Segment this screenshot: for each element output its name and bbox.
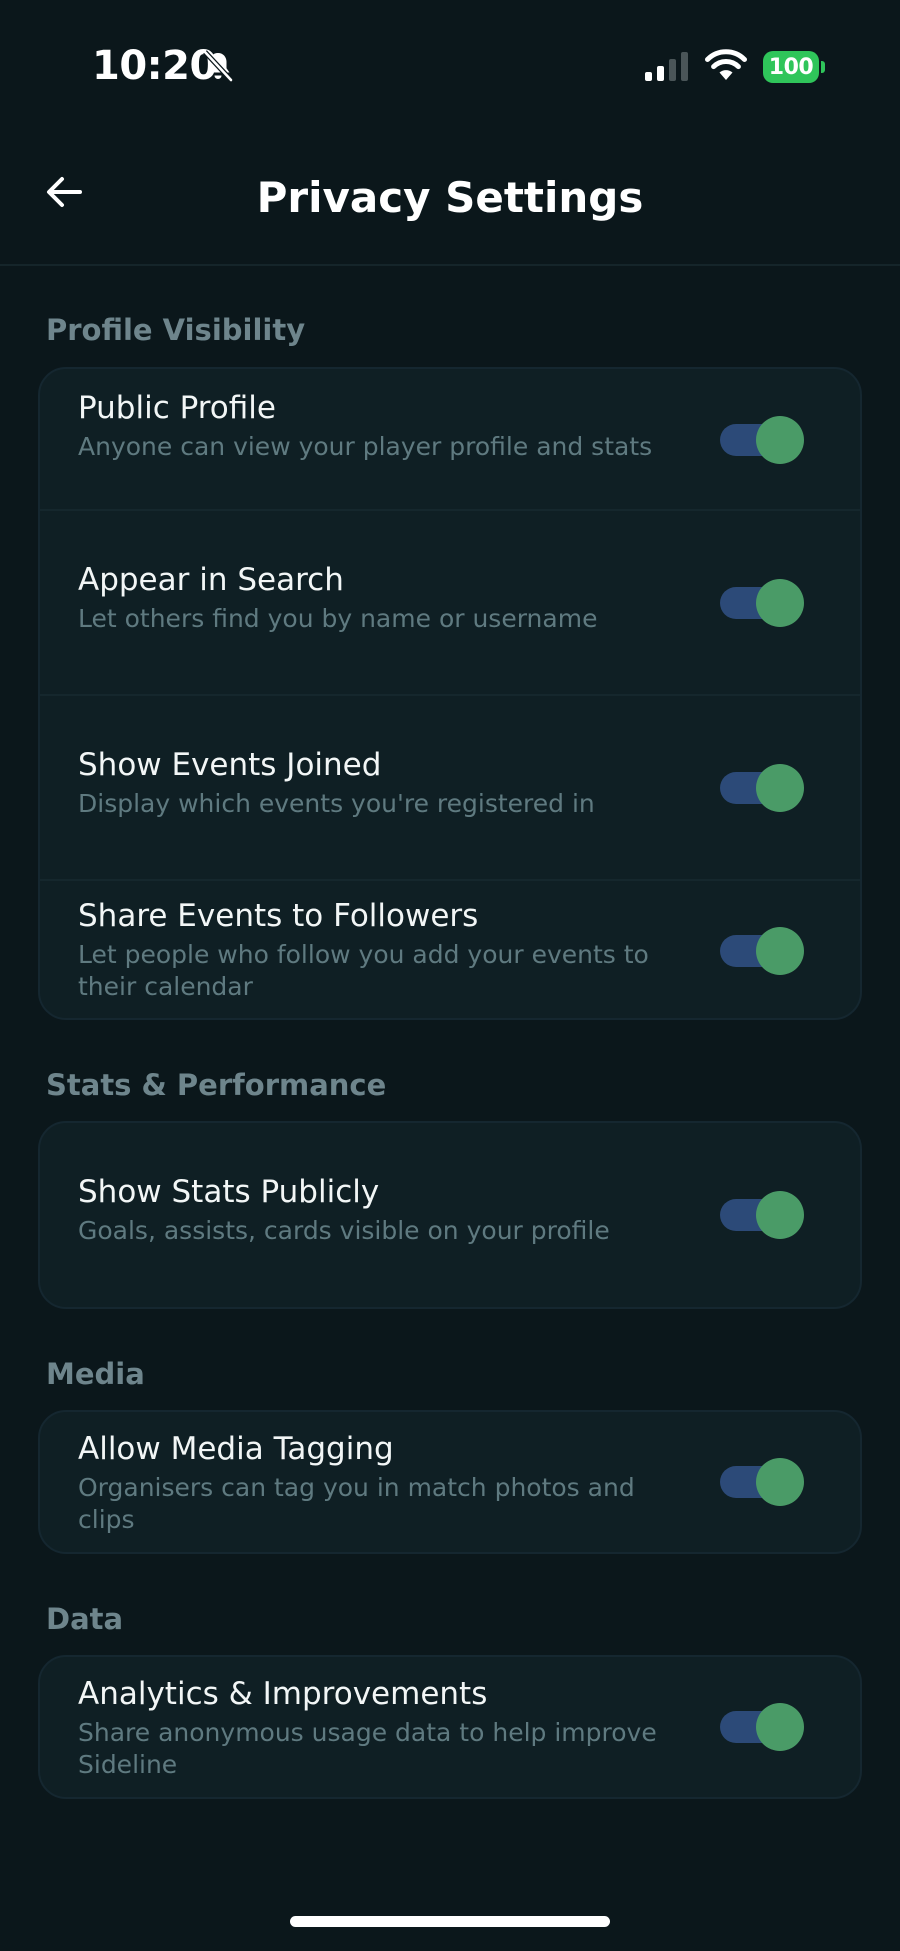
setting-title: Show Events Joined	[78, 747, 382, 783]
setting-description: Goals, assists, cards visible on your pr…	[78, 1216, 610, 1245]
wifi-icon	[705, 49, 747, 80]
toggle-public-profile[interactable]	[720, 416, 804, 464]
setting-description: Let others find you by name or username	[78, 604, 598, 633]
section-label-profile-visibility: Profile Visibility	[46, 313, 306, 347]
setting-description: Share anonymous usage data to help impro…	[78, 1718, 657, 1779]
toggle-knob	[756, 1703, 804, 1751]
setting-text: Show Stats Publicly Goals, assists, card…	[78, 1173, 658, 1247]
toggle-analytics-improvements[interactable]	[720, 1703, 804, 1751]
toggle-knob	[756, 764, 804, 812]
toggle-knob	[756, 1458, 804, 1506]
setting-description: Anyone can view your player profile and …	[78, 432, 653, 461]
toggle-appear-in-search[interactable]	[720, 579, 804, 627]
toggle-share-events-to-followers[interactable]	[720, 927, 804, 975]
setting-title: Allow Media Tagging	[78, 1431, 394, 1467]
setting-description: Let people who follow you add your event…	[78, 940, 649, 1001]
battery-icon: 100	[763, 51, 819, 83]
setting-row-public-profile[interactable]: Public Profile Anyone can view your play…	[40, 369, 860, 511]
status-bar: 10:20 100	[0, 0, 900, 132]
toggle-show-stats-publicly[interactable]	[720, 1191, 804, 1239]
setting-title: Public Profile	[78, 390, 276, 426]
toggle-knob	[756, 416, 804, 464]
toggle-allow-media-tagging[interactable]	[720, 1458, 804, 1506]
setting-text: Analytics & Improvements Share anonymous…	[78, 1675, 658, 1781]
cellular-signal-icon	[645, 52, 688, 81]
home-indicator[interactable]	[290, 1916, 610, 1927]
setting-row-allow-media-tagging[interactable]: Allow Media Tagging Organisers can tag y…	[40, 1412, 860, 1552]
setting-title: Appear in Search	[78, 562, 344, 598]
setting-row-share-events-to-followers[interactable]: Share Events to Followers Let people who…	[40, 881, 860, 1018]
setting-text: Allow Media Tagging Organisers can tag y…	[78, 1430, 658, 1536]
status-time: 10:20	[92, 43, 217, 89]
page-title: Privacy Settings	[256, 173, 644, 222]
setting-text: Public Profile Anyone can view your play…	[78, 389, 658, 463]
card-profile-visibility: Public Profile Anyone can view your play…	[38, 367, 862, 1020]
bell-slash-icon	[203, 50, 233, 82]
setting-text: Share Events to Followers Let people who…	[78, 897, 658, 1003]
toggle-knob	[756, 927, 804, 975]
toggle-knob	[756, 1191, 804, 1239]
header: Privacy Settings	[0, 132, 900, 266]
setting-title: Analytics & Improvements	[78, 1676, 488, 1712]
section-label-data: Data	[46, 1602, 124, 1636]
card-stats-performance: Show Stats Publicly Goals, assists, card…	[38, 1121, 862, 1309]
section-label-stats-performance: Stats & Performance	[46, 1068, 387, 1102]
setting-title: Show Stats Publicly	[78, 1174, 380, 1210]
setting-row-appear-in-search[interactable]: Appear in Search Let others find you by …	[40, 511, 860, 696]
card-media: Allow Media Tagging Organisers can tag y…	[38, 1410, 862, 1554]
card-data: Analytics & Improvements Share anonymous…	[38, 1655, 862, 1799]
setting-description: Organisers can tag you in match photos a…	[78, 1473, 635, 1534]
setting-row-show-events-joined[interactable]: Show Events Joined Display which events …	[40, 696, 860, 881]
toggle-knob	[756, 579, 804, 627]
setting-text: Appear in Search Let others find you by …	[78, 561, 658, 635]
setting-row-analytics-improvements[interactable]: Analytics & Improvements Share anonymous…	[40, 1657, 860, 1797]
setting-text: Show Events Joined Display which events …	[78, 746, 658, 820]
setting-row-show-stats-publicly[interactable]: Show Stats Publicly Goals, assists, card…	[40, 1123, 860, 1307]
toggle-show-events-joined[interactable]	[720, 764, 804, 812]
setting-title: Share Events to Followers	[78, 898, 479, 934]
battery-level: 100	[768, 54, 814, 80]
section-label-media: Media	[46, 1357, 145, 1391]
battery-cap	[821, 61, 825, 73]
setting-description: Display which events you're registered i…	[78, 789, 595, 818]
